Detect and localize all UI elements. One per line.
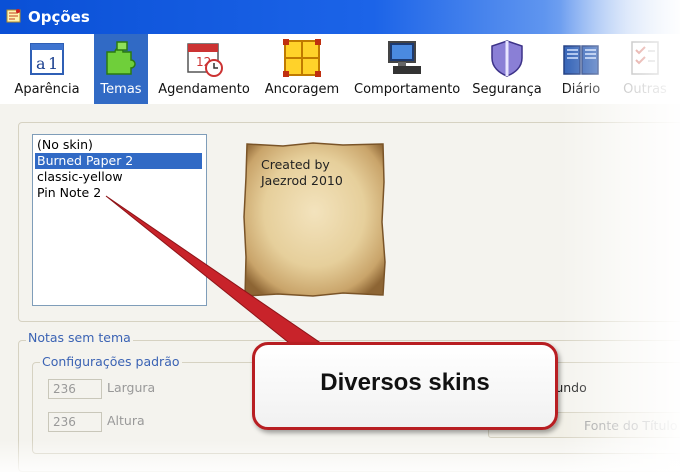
height-input[interactable]: 236: [48, 412, 102, 432]
svg-text:1: 1: [48, 54, 58, 73]
tab-label: Agendamento: [158, 82, 250, 97]
tab-agendamento[interactable]: 12 Agendamento: [156, 34, 252, 104]
title-font-label: Fonte do Título: [584, 418, 678, 433]
calendar-clock-icon: 12: [187, 43, 223, 77]
anchor-grid-icon: [283, 39, 321, 77]
tab-label: Segurança: [472, 82, 542, 97]
width-label: Largura: [107, 380, 156, 395]
window-title: Opções: [28, 8, 90, 26]
no-theme-notes-title: Notas sem tema: [26, 330, 133, 345]
skins-listbox[interactable]: (No skin) Burned Paper 2 classic-yellow …: [32, 134, 207, 306]
tab-label: Outras: [623, 82, 667, 97]
tab-comportamento[interactable]: Comportamento: [354, 34, 461, 104]
skin-option[interactable]: (No skin): [35, 137, 202, 153]
height-label: Altura: [107, 413, 145, 428]
tab-temas[interactable]: Temas: [94, 34, 148, 104]
notes-app-icon: [6, 9, 21, 23]
callout-text: Diversos skins: [320, 369, 490, 396]
skin-option[interactable]: Pin Note 2: [35, 185, 202, 201]
tab-label: Temas: [100, 82, 142, 97]
tab-label: Comportamento: [354, 82, 461, 97]
appearance-icon: a 1: [30, 43, 64, 75]
default-settings-title: Configurações padrão: [40, 354, 182, 369]
skin-option[interactable]: classic-yellow: [35, 169, 202, 185]
tab-outras[interactable]: Outras: [620, 34, 670, 104]
tab-label: Aparência: [14, 82, 80, 97]
width-input[interactable]: 236: [48, 379, 102, 399]
callout-box: Diversos skins: [252, 342, 558, 430]
skin-option-selected[interactable]: Burned Paper 2: [35, 153, 202, 169]
puzzle-icon: [106, 41, 136, 75]
preview-line: Created by: [261, 157, 330, 172]
checklist-icon: [631, 41, 659, 75]
tab-ancoragem[interactable]: Ancoragem: [262, 34, 342, 104]
tab-diario[interactable]: Diário: [556, 34, 606, 104]
preview-credit: Created by Jaezrod 2010: [261, 157, 343, 189]
svg-text:a: a: [36, 54, 46, 73]
computer-icon: [388, 41, 421, 74]
book-icon: [563, 45, 599, 75]
tab-label: Diário: [561, 82, 601, 97]
preview-line: Jaezrod 2010: [261, 173, 343, 188]
options-window: Opções a 1 Aparência Temas 12 Agendament…: [0, 0, 680, 472]
tab-seguranca[interactable]: Segurança: [470, 34, 544, 104]
title-bar[interactable]: Opções: [0, 0, 680, 34]
tab-aparencia[interactable]: a 1 Aparência: [8, 34, 86, 104]
tab-label: Ancoragem: [264, 82, 340, 97]
options-toolbar: a 1 Aparência Temas 12 Agendamento Ancor…: [0, 34, 680, 105]
shield-icon: [491, 40, 523, 77]
